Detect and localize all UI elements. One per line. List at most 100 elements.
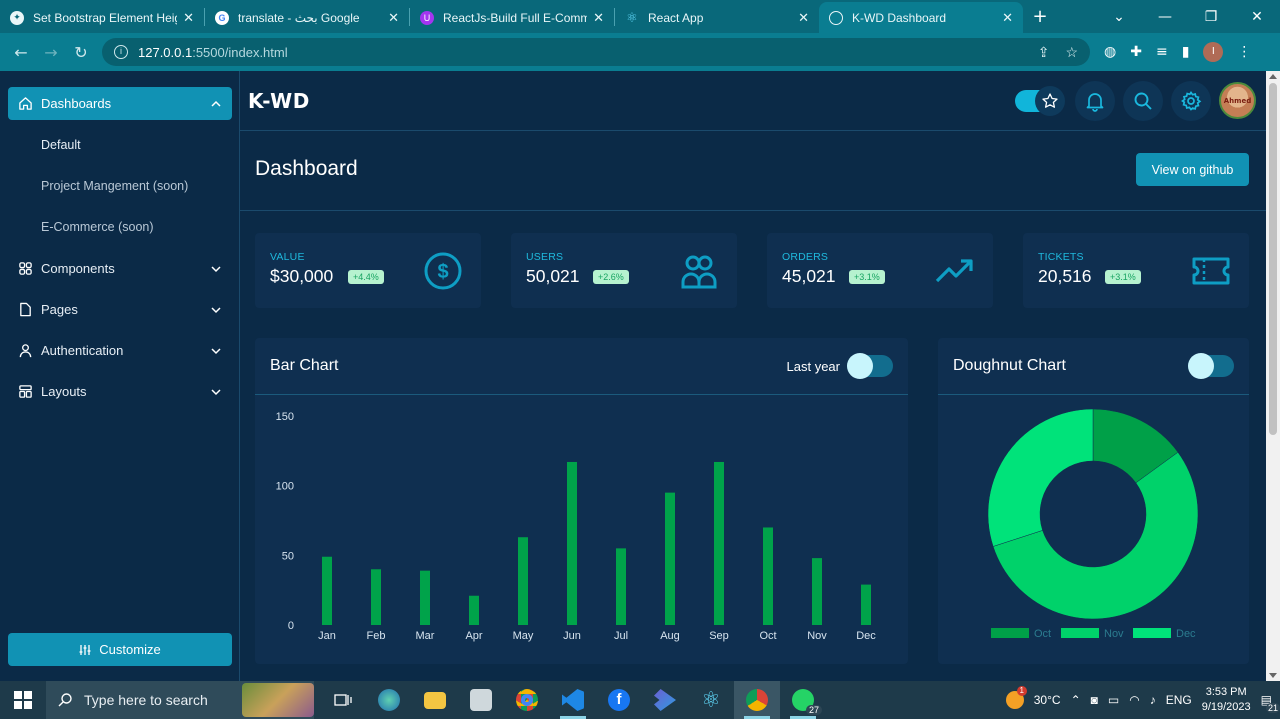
settings-button[interactable] — [1171, 80, 1211, 121]
bar — [518, 537, 528, 625]
stat-label: ORDERS — [782, 251, 829, 263]
sidebar-item-authentication[interactable]: Authentication — [8, 334, 232, 367]
input-language[interactable]: ENG — [1166, 693, 1192, 707]
temperature[interactable]: 30°C — [1034, 693, 1061, 707]
bar — [322, 556, 332, 625]
stat-card-value: VALUE $30,000 +4.4% $ — [255, 233, 481, 308]
bar-chart-card: Bar Chart Last year 0 50 100 150 Jan Feb Mar Ap… — [255, 338, 908, 664]
weather-icon[interactable]: 1 — [1005, 686, 1027, 709]
address-bar[interactable]: i 127.0.0.1:5500/index.html ⇪ ☆ — [102, 38, 1090, 66]
sidebar-item-label: Authentication — [41, 343, 124, 358]
menu-icon[interactable]: ⋮ — [1237, 44, 1251, 60]
bookmark-star-icon[interactable]: ☆ — [1065, 44, 1078, 61]
doughnut-slice — [987, 408, 1094, 547]
customize-button[interactable]: Customize — [8, 633, 232, 666]
legend-swatch — [1133, 628, 1171, 638]
close-icon[interactable]: ✕ — [388, 10, 399, 26]
sidebar-subitem-default[interactable]: Default — [41, 138, 81, 152]
meet-icon[interactable]: ◙ — [1091, 693, 1098, 707]
stat-label: USERS — [526, 251, 564, 263]
notifications-button[interactable] — [1075, 80, 1115, 121]
bar — [420, 570, 430, 625]
chrome-icon[interactable] — [504, 681, 550, 719]
legend-label: Nov — [1104, 628, 1124, 640]
close-icon[interactable]: ✕ — [1002, 10, 1013, 26]
sidebar-item-dashboards[interactable]: Dashboards — [8, 87, 232, 120]
wifi-icon[interactable]: ◠ — [1129, 693, 1139, 707]
stat-change-badge: +4.4% — [348, 270, 384, 284]
extensions-icon[interactable]: ✚ — [1130, 44, 1142, 60]
site-info-icon[interactable]: i — [114, 45, 128, 59]
search-button[interactable] — [1123, 80, 1163, 121]
sidebar-item-components[interactable]: Components — [8, 252, 232, 285]
chrome-active-icon[interactable] — [734, 681, 780, 719]
share-icon[interactable]: ⇪ — [1038, 44, 1050, 61]
notification-center-icon[interactable]: ▤ 21 — [1261, 693, 1280, 713]
sidebar-item-label: Dashboards — [41, 96, 112, 111]
scrollbar-thumb[interactable] — [1269, 83, 1277, 435]
back-button[interactable]: ← — [6, 43, 36, 62]
minimize-button[interactable]: — — [1142, 9, 1188, 25]
customize-label: Customize — [99, 642, 161, 657]
sidebar: Dashboards Default Project Mangement (so… — [0, 71, 240, 681]
battery-icon[interactable]: ▭ — [1108, 693, 1119, 707]
sidebar-item-label: Components — [41, 261, 115, 276]
taskbar-search[interactable]: Type here to search — [46, 681, 314, 719]
sidebar-item-pages[interactable]: Pages — [8, 293, 232, 326]
x-tick-label: Apr — [465, 630, 482, 642]
close-icon[interactable]: ✕ — [798, 10, 809, 26]
page-scrollbar[interactable] — [1266, 71, 1280, 681]
browser-tab-strip: ✦ Set Bootstrap Element Height ✕ G trans… — [0, 0, 1280, 33]
close-window-button[interactable]: ✕ — [1234, 9, 1280, 25]
forward-button[interactable]: → — [36, 43, 66, 62]
reload-button[interactable]: ↻ — [66, 43, 96, 62]
sidebar-subitem-ecommerce[interactable]: E-Commerce (soon) — [41, 220, 154, 234]
chevron-up-icon[interactable]: ⌃ — [1071, 693, 1081, 707]
bar — [812, 558, 822, 625]
close-icon[interactable]: ✕ — [593, 10, 604, 26]
bar — [567, 461, 577, 625]
view-on-github-button[interactable]: View on github — [1136, 153, 1249, 186]
whatsapp-icon[interactable]: 27 — [780, 681, 826, 719]
browser-tab[interactable]: ✦ Set Bootstrap Element Height ✕ — [0, 2, 204, 33]
extension-globe-icon[interactable]: ◍ — [1104, 44, 1116, 60]
user-avatar[interactable]: Ahmed — [1219, 82, 1256, 119]
browser-tab[interactable]: U ReactJs-Build Full E-Commerce ✕ — [410, 2, 614, 33]
stat-value: $30,000 — [270, 266, 334, 286]
photos-app-icon[interactable] — [458, 681, 504, 719]
file-explorer-icon[interactable] — [412, 681, 458, 719]
browser-tab-active[interactable]: K-WD Dashboard ✕ — [819, 2, 1023, 33]
browser-tab[interactable]: ⚛ React App ✕ — [615, 2, 819, 33]
clock[interactable]: 3:53 PM 9/19/2023 — [1202, 685, 1251, 715]
edge-dev-icon[interactable] — [366, 681, 412, 719]
new-tab-button[interactable]: + — [1023, 6, 1057, 27]
profile-avatar[interactable]: I — [1203, 42, 1224, 62]
speaker-icon[interactable]: ♪ — [1150, 693, 1156, 707]
theme-toggle[interactable] — [1015, 85, 1065, 116]
brand-logo[interactable]: K-WD — [248, 89, 310, 113]
last-year-toggle[interactable] — [847, 353, 893, 379]
start-button[interactable] — [0, 691, 46, 709]
close-icon[interactable]: ✕ — [183, 10, 194, 26]
browser-tab[interactable]: G translate - بحث Google ✕ — [205, 2, 409, 33]
react-devtools-icon[interactable]: ⚛ — [688, 681, 734, 719]
react-icon: ⚛ — [626, 9, 638, 25]
file-icon — [20, 302, 31, 317]
power-automate-icon[interactable] — [642, 681, 688, 719]
vscode-icon[interactable] — [550, 681, 596, 719]
tab-title: K-WD Dashboard — [852, 10, 947, 25]
doughnut-toggle[interactable] — [1188, 353, 1234, 379]
x-tick-label: May — [513, 630, 534, 642]
task-view-icon[interactable] — [320, 681, 366, 719]
side-panel-icon[interactable]: ▮ — [1182, 44, 1190, 60]
scroll-up-arrow-icon[interactable] — [1269, 74, 1277, 79]
sidebar-subitem-project-management[interactable]: Project Mangement (soon) — [41, 179, 188, 193]
x-tick-label: Mar — [416, 630, 435, 642]
facebook-icon[interactable]: f — [596, 681, 642, 719]
restore-button[interactable]: ❐ — [1188, 9, 1234, 25]
page-header: Dashboard View on github — [240, 131, 1266, 211]
sidebar-item-layouts[interactable]: Layouts — [8, 375, 232, 408]
reading-list-icon[interactable]: ≡ — [1156, 44, 1168, 60]
scroll-down-arrow-icon[interactable] — [1269, 673, 1277, 678]
tab-search-icon[interactable]: ⌄ — [1096, 9, 1142, 25]
